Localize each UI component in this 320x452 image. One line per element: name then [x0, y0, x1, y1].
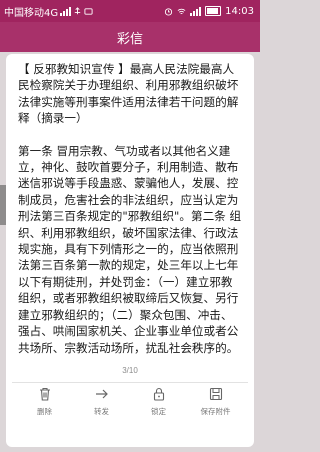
lock-icon: [153, 387, 164, 401]
forward-button[interactable]: 转发: [82, 386, 122, 417]
trash-icon: [39, 387, 50, 401]
save-attachment-label: 保存附件: [200, 407, 231, 416]
message-card[interactable]: 【 反邪教知识宣传 】最高人民法院最高人民检察院关于办理组织、利用邪教组织破坏法…: [6, 54, 254, 447]
notification-icon: [84, 7, 93, 15]
lock-label: 锁定: [151, 407, 166, 416]
divider: [12, 382, 248, 383]
message-paragraph: 第一条 冒用宗教、气功或者以其他名义建立，神化、鼓吹首要分子，利用制造、散布迷信…: [18, 143, 242, 355]
page-title: 彩信: [116, 31, 143, 47]
action-bar: 删除 转发 锁定 保存附件: [6, 386, 254, 436]
alarm-icon: [165, 7, 173, 16]
status-bar: 中国移动4G 14:03: [0, 0, 260, 22]
wifi-icon: [177, 8, 186, 14]
battery-icon: [205, 6, 222, 16]
save-icon: [209, 387, 222, 401]
status-left: 中国移动4G: [0, 4, 93, 19]
cell-signal-icon: [190, 6, 202, 16]
message-body[interactable]: 【 反邪教知识宣传 】最高人民法院最高人民检察院关于办理组织、利用邪教组织破坏法…: [6, 54, 254, 356]
lock-button[interactable]: 锁定: [139, 386, 179, 417]
message-paragraph: 【 反邪教知识宣传 】最高人民法院最高人民检察院关于办理组织、利用邪教组织破坏法…: [18, 62, 239, 126]
title-bar: 彩信: [0, 22, 260, 52]
carrier-label: 中国移动4G: [4, 7, 59, 19]
delete-label: 删除: [37, 407, 52, 416]
delete-button[interactable]: 删除: [25, 386, 65, 417]
save-attachment-button[interactable]: 保存附件: [196, 386, 236, 417]
status-right: 14:03: [164, 6, 260, 17]
forward-label: 转发: [94, 407, 109, 416]
forward-arrow-icon: [95, 389, 108, 399]
signal-icon: [60, 6, 72, 16]
usb-icon: [74, 6, 81, 14]
clock-time: 14:03: [225, 5, 254, 17]
page-indicator: 3/10: [122, 366, 138, 375]
